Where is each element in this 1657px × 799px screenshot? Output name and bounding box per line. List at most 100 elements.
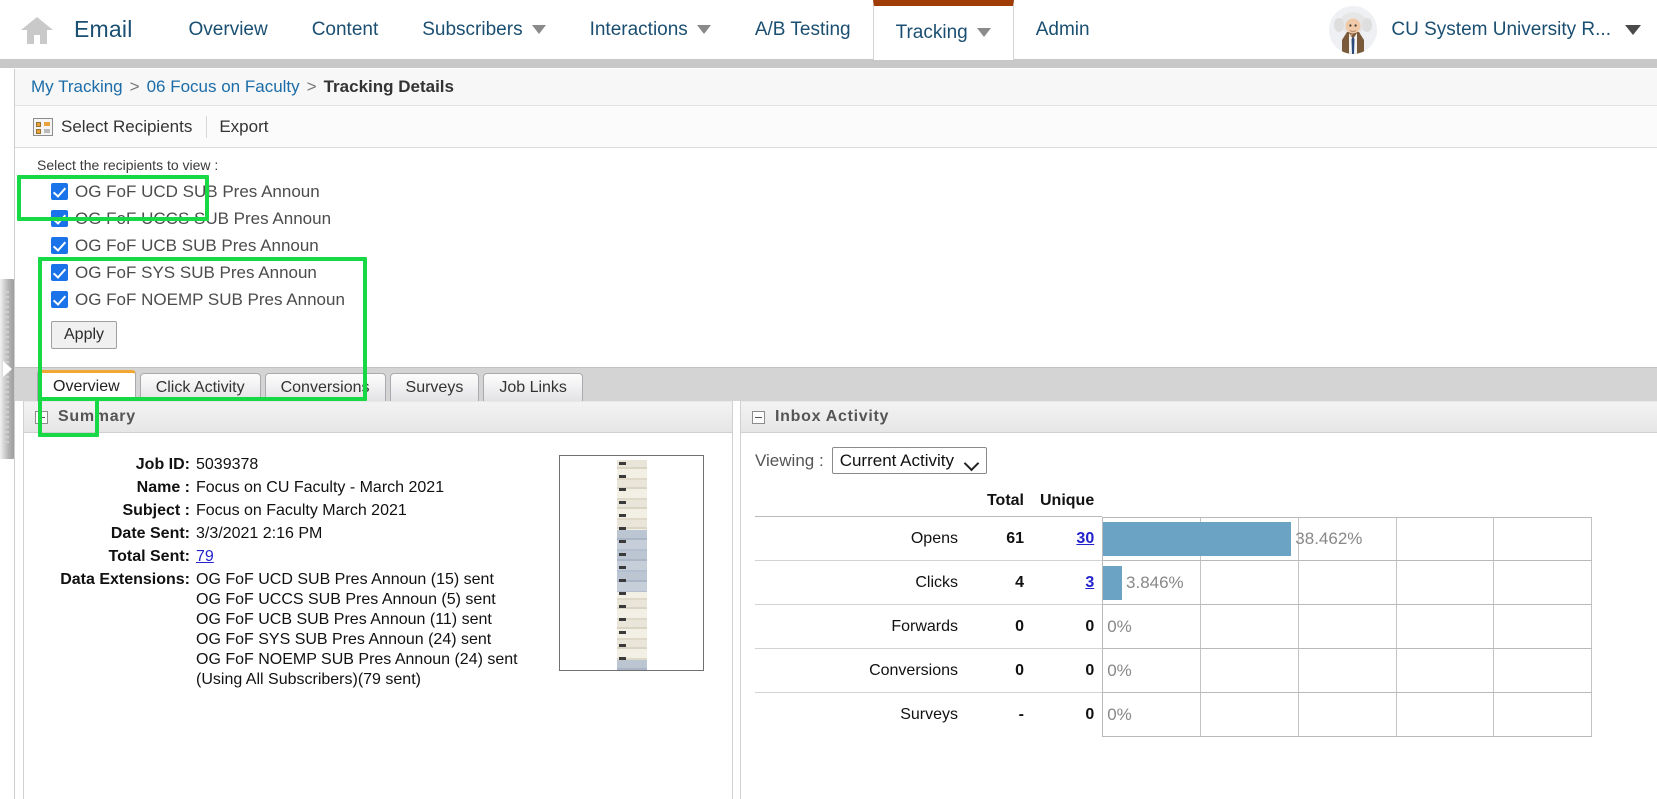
recipient-row[interactable]: OG FoF NOEMP SUB Pres Announ — [51, 286, 1657, 313]
chevron-down-icon[interactable] — [696, 25, 711, 34]
recipients-selector-panel: Select the recipients to view : OG FoF U… — [15, 148, 1657, 349]
summary-field-value: Focus on CU Faculty - March 2021 — [196, 479, 445, 496]
tab-conversions[interactable]: Conversions — [264, 373, 386, 401]
home-icon-glyph — [21, 16, 53, 44]
chart-bar-row: 38.462% — [1103, 517, 1593, 561]
recipient-checkbox[interactable] — [51, 183, 68, 200]
chart-bar-row: 0% — [1103, 649, 1593, 693]
breadcrumb-my-tracking[interactable]: My Tracking — [31, 77, 123, 97]
column-header — [755, 492, 970, 517]
rail-expand-arrow-icon[interactable] — [3, 361, 12, 377]
chart-bar-row: 0% — [1103, 605, 1593, 649]
toolbar-divider — [206, 115, 208, 138]
nav-item-content[interactable]: Content — [290, 0, 401, 60]
nav-item-label: Subscribers — [422, 18, 523, 40]
nav-item-overview[interactable]: Overview — [167, 0, 290, 60]
nav-item-tracking[interactable]: Tracking — [872, 0, 1014, 60]
metric-name: Surveys — [755, 692, 970, 737]
inbox-activity-panel-header[interactable]: Inbox Activity — [741, 401, 1657, 433]
total-sent-link[interactable]: 79 — [196, 548, 214, 565]
chevron-down-icon[interactable] — [531, 25, 546, 34]
summary-field: Job ID: 5039378 — [24, 455, 549, 478]
user-name-label: CU System University R... — [1391, 18, 1611, 40]
summary-field-value: 3/3/2021 2:16 PM — [196, 525, 323, 542]
viewing-select[interactable]: Current Activity — [831, 447, 987, 474]
summary-field-data-extensions: Data Extensions: OG FoF UCD SUB Pres Anno… — [24, 570, 549, 693]
nav-item-interactions[interactable]: Interactions — [568, 0, 733, 60]
recipient-label: OG FoF UCCS SUB Pres Announ — [75, 208, 332, 228]
metric-unique-link[interactable]: 3 — [1085, 574, 1094, 591]
breadcrumb-separator-2: > — [306, 77, 317, 96]
data-extensions-values: OG FoF UCD SUB Pres Announ (15) sent OG F… — [196, 570, 518, 690]
metric-unique-link[interactable]: 30 — [1076, 530, 1094, 547]
breadcrumb-focus-on-faculty[interactable]: 06 Focus on Faculty — [147, 77, 300, 97]
nav-item-a-b-testing[interactable]: A/B Testing — [733, 0, 873, 60]
app-brand-label: Email — [74, 16, 133, 42]
metric-name: Forwards — [755, 604, 970, 649]
recipient-row[interactable]: OG FoF UCB SUB Pres Announ — [51, 232, 1657, 259]
collapse-icon[interactable] — [35, 410, 48, 424]
recipients-prompt: Select the recipients to view : — [37, 157, 219, 173]
tab-label: Overview — [53, 378, 120, 395]
viewing-select-wrap[interactable]: Current Activity — [831, 447, 987, 474]
summary-field-list: Job ID: 5039378 Name : Focus on CU Faculty … — [24, 455, 549, 693]
metric-unique[interactable]: 30 — [1032, 515, 1103, 561]
tab-job-links[interactable]: Job Links — [483, 373, 583, 401]
summary-field-value[interactable]: 79 — [196, 547, 214, 567]
summary-panel: Summary Job ID: 5039378 Name : Focus on CU … — [23, 401, 733, 799]
user-account-area[interactable]: CU System University R... — [1329, 0, 1657, 60]
inbox-stats-wrap: Total Unique Opens 61 30 Clicks 4 3 Forwards 0 0 C… — [755, 492, 1657, 737]
nav-item-label: A/B Testing — [754, 18, 851, 40]
column-header: Unique — [1040, 492, 1095, 509]
avatar[interactable] — [1329, 5, 1378, 54]
recipients-checkbox-list: OG FoF UCD SUB Pres Announ OG FoF UCCS SU… — [37, 178, 1657, 313]
home-icon[interactable] — [0, 0, 74, 60]
data-extension-line: OG FoF UCCS SUB Pres Announ (5) sent — [196, 591, 496, 608]
summary-field-label: Subject : — [122, 502, 190, 519]
recipient-checkbox[interactable] — [51, 210, 68, 227]
recipient-row[interactable]: OG FoF SYS SUB Pres Announ — [51, 259, 1657, 286]
recipients-list-icon — [33, 117, 53, 136]
metric-unique[interactable]: 3 — [1032, 560, 1103, 605]
top-navigation-bar: Email Overview Content Subscribers Interact… — [0, 0, 1657, 68]
tab-overview[interactable]: Overview — [37, 370, 136, 401]
summary-panel-header[interactable]: Summary — [24, 401, 732, 433]
table-row: Opens 61 30 — [755, 515, 1103, 561]
left-collapse-rail[interactable] — [0, 69, 14, 799]
tab-label: Surveys — [405, 378, 464, 396]
collapse-icon[interactable] — [752, 410, 765, 424]
apply-button[interactable]: Apply — [51, 321, 118, 349]
tab-click-activity[interactable]: Click Activity — [139, 373, 261, 401]
metric-total: 0 — [970, 604, 1032, 649]
metric-total: 61 — [970, 515, 1032, 561]
summary-field: Total Sent: 79 — [24, 547, 549, 570]
nav-item-admin[interactable]: Admin — [1014, 0, 1112, 60]
chevron-down-icon[interactable] — [1625, 24, 1641, 35]
chart-bar-row: 0% — [1103, 693, 1593, 737]
recipient-row[interactable]: OG FoF UCCS SUB Pres Announ — [51, 205, 1657, 232]
nav-item-subscribers[interactable]: Subscribers — [400, 0, 567, 60]
recipient-label: OG FoF SYS SUB Pres Announ — [75, 262, 317, 282]
chevron-down-icon[interactable] — [976, 28, 991, 37]
recipient-row[interactable]: OG FoF UCD SUB Pres Announ — [51, 178, 1657, 205]
tab-label: Job Links — [499, 378, 567, 396]
recipient-checkbox[interactable] — [51, 264, 68, 281]
tab-label: Conversions — [280, 378, 370, 396]
export-button[interactable]: Export — [217, 114, 280, 140]
summary-field-label: Job ID: — [135, 456, 190, 473]
chart-bar-label: 0% — [1107, 704, 1132, 724]
recipient-checkbox[interactable] — [51, 237, 68, 254]
email-thumbnail-preview[interactable] — [559, 455, 704, 671]
export-label: Export — [219, 116, 269, 136]
metric-total: 0 — [970, 648, 1032, 693]
table-header-row: Total Unique — [755, 492, 1102, 517]
table-row: Conversions 0 0 — [755, 648, 1103, 693]
metric-name: Clicks — [755, 560, 970, 605]
viewing-row: Viewing : Current Activity — [755, 447, 1657, 474]
breadcrumb-separator-1: > — [129, 77, 140, 96]
tab-surveys[interactable]: Surveys — [389, 373, 480, 401]
table-row: Forwards 0 0 — [755, 604, 1103, 649]
select-recipients-button[interactable]: Select Recipients — [31, 114, 204, 140]
recipient-checkbox[interactable] — [51, 291, 68, 308]
table-body: Opens 61 30 Clicks 4 3 Forwards 0 0 Conversions 0 0… — [755, 515, 1103, 737]
